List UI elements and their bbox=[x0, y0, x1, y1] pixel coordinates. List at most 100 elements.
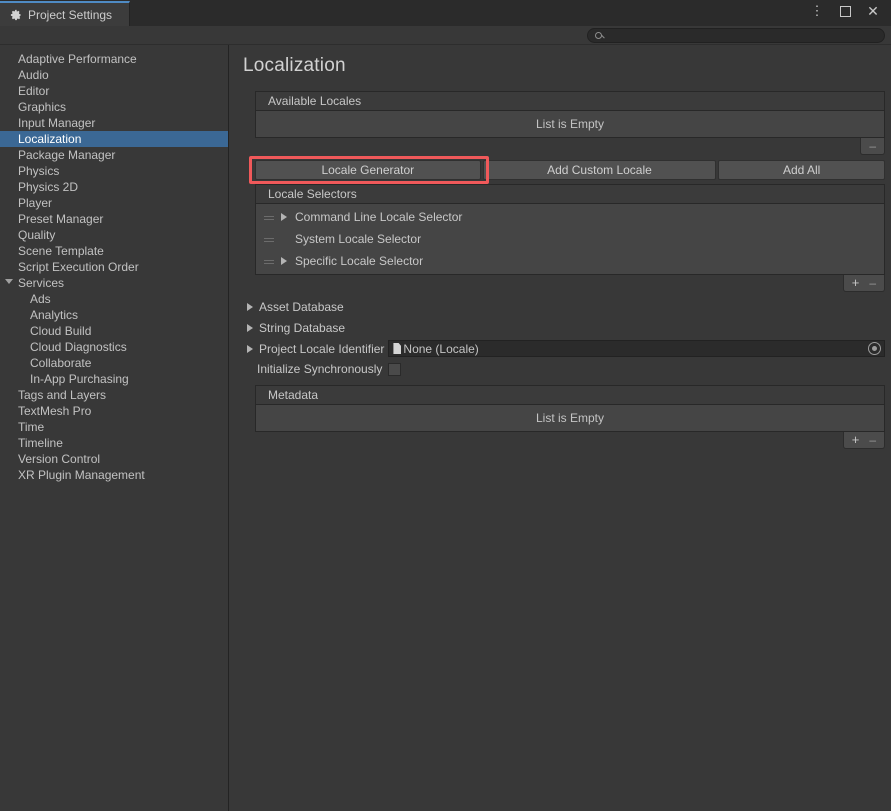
chevron-right-icon[interactable] bbox=[245, 323, 255, 333]
drag-handle-icon[interactable] bbox=[264, 258, 274, 265]
sidebar-item-localization[interactable]: Localization bbox=[0, 131, 228, 147]
initialize-synchronously-row: Initialize Synchronously bbox=[239, 359, 885, 379]
initialize-synchronously-checkbox[interactable] bbox=[388, 363, 401, 376]
sidebar-item-collaborate[interactable]: Collaborate bbox=[0, 355, 228, 371]
chevron-right-icon[interactable] bbox=[245, 302, 255, 312]
sidebar-item-package-manager[interactable]: Package Manager bbox=[0, 147, 228, 163]
sidebar-item-label: XR Plugin Management bbox=[18, 468, 145, 482]
locale-selectors-body: Command Line Locale Selector System Local… bbox=[255, 203, 885, 275]
project-settings-window: Project Settings ⋮ ✕ Adaptive Performanc… bbox=[0, 0, 891, 811]
add-metadata-button[interactable]: + bbox=[852, 435, 860, 445]
window-tabbar: Project Settings ⋮ ✕ bbox=[0, 0, 891, 26]
sidebar-item-preset-manager[interactable]: Preset Manager bbox=[0, 211, 228, 227]
metadata-footer: + – bbox=[255, 432, 885, 451]
sidebar-item-label: Localization bbox=[18, 132, 81, 146]
chevron-right-icon[interactable] bbox=[245, 344, 255, 354]
available-locales-footer: – bbox=[255, 138, 885, 157]
drag-handle-icon[interactable] bbox=[264, 214, 274, 221]
foldout-string-database[interactable]: String Database bbox=[239, 317, 885, 338]
foldout-asset-database[interactable]: Asset Database bbox=[239, 296, 885, 317]
page-title: Localization bbox=[239, 45, 885, 77]
sidebar-item-label: Input Manager bbox=[18, 116, 95, 130]
sidebar-item-ads[interactable]: Ads bbox=[0, 291, 228, 307]
sidebar-item-label: Collaborate bbox=[30, 356, 91, 370]
sidebar-item-label: Physics bbox=[18, 164, 59, 178]
sidebar-item-label: TextMesh Pro bbox=[18, 404, 91, 418]
sidebar-item-in-app-purchasing[interactable]: In-App Purchasing bbox=[0, 371, 228, 387]
sidebar-item-label: Ads bbox=[30, 292, 51, 306]
more-options-icon[interactable]: ⋮ bbox=[809, 3, 825, 19]
available-locales-footer-buttons: – bbox=[860, 138, 885, 155]
search-input[interactable] bbox=[606, 30, 877, 41]
locale-selector-row[interactable]: Specific Locale Selector bbox=[256, 250, 884, 272]
metadata-footer-buttons: + – bbox=[843, 432, 885, 449]
locale-generator-button[interactable]: Locale Generator bbox=[255, 160, 481, 180]
locale-selector-row[interactable]: Command Line Locale Selector bbox=[256, 206, 884, 228]
object-picker-icon[interactable] bbox=[868, 342, 881, 355]
sidebar-item-label: Cloud Build bbox=[30, 324, 91, 338]
project-locale-identifier-label: Project Locale Identifier bbox=[259, 342, 384, 356]
sidebar-item-editor[interactable]: Editor bbox=[0, 83, 228, 99]
sidebar-item-label: Editor bbox=[18, 84, 49, 98]
available-locales-list: Available Locales List is Empty – bbox=[255, 91, 885, 157]
sidebar-item-label: Version Control bbox=[18, 452, 100, 466]
close-button[interactable]: ✕ bbox=[865, 3, 881, 19]
sidebar-item-quality[interactable]: Quality bbox=[0, 227, 228, 243]
tab-project-settings[interactable]: Project Settings bbox=[0, 1, 130, 26]
locale-selector-row[interactable]: System Locale Selector bbox=[256, 228, 884, 250]
add-custom-locale-button[interactable]: Add Custom Locale bbox=[483, 160, 717, 180]
chevron-right-icon[interactable] bbox=[280, 213, 289, 222]
sidebar-item-adaptive-performance[interactable]: Adaptive Performance bbox=[0, 51, 228, 67]
sidebar-item-script-execution-order[interactable]: Script Execution Order bbox=[0, 259, 228, 275]
locale-selectors-footer-buttons: + – bbox=[843, 275, 885, 292]
sidebar-item-label: Adaptive Performance bbox=[18, 52, 137, 66]
chevron-down-icon[interactable] bbox=[5, 279, 13, 287]
sidebar-item-textmesh-pro[interactable]: TextMesh Pro bbox=[0, 403, 228, 419]
sidebar-item-time[interactable]: Time bbox=[0, 419, 228, 435]
sidebar-item-audio[interactable]: Audio bbox=[0, 67, 228, 83]
sidebar-item-graphics[interactable]: Graphics bbox=[0, 99, 228, 115]
remove-locale-button[interactable]: – bbox=[869, 141, 876, 151]
sidebar-item-label: Quality bbox=[18, 228, 55, 242]
locale-selectors-list: Locale Selectors Command Line Locale Sel… bbox=[255, 184, 885, 294]
sidebar-item-scene-template[interactable]: Scene Template bbox=[0, 243, 228, 259]
sidebar-item-label: Scene Template bbox=[18, 244, 104, 258]
project-locale-identifier-field[interactable]: None (Locale) bbox=[388, 340, 885, 357]
sidebar-item-label: Preset Manager bbox=[18, 212, 103, 226]
sidebar-item-label: Physics 2D bbox=[18, 180, 78, 194]
search-row bbox=[0, 26, 891, 44]
sidebar-item-label: Tags and Layers bbox=[18, 388, 106, 402]
sidebar-item-services[interactable]: Services bbox=[0, 275, 228, 291]
drag-handle-icon[interactable] bbox=[264, 236, 274, 243]
sidebar-item-tags-and-layers[interactable]: Tags and Layers bbox=[0, 387, 228, 403]
maximize-button[interactable] bbox=[837, 3, 853, 19]
sidebar-item-label: Analytics bbox=[30, 308, 78, 322]
database-foldouts: Asset DatabaseString Database bbox=[239, 296, 885, 338]
foldout-spacer bbox=[280, 235, 289, 244]
search-icon bbox=[595, 32, 602, 39]
sidebar-item-physics-2d[interactable]: Physics 2D bbox=[0, 179, 228, 195]
sidebar-item-cloud-diagnostics[interactable]: Cloud Diagnostics bbox=[0, 339, 228, 355]
sidebar-item-physics[interactable]: Physics bbox=[0, 163, 228, 179]
sidebar-item-player[interactable]: Player bbox=[0, 195, 228, 211]
window-body: Adaptive PerformanceAudioEditorGraphicsI… bbox=[0, 44, 891, 811]
available-locales-empty: List is Empty bbox=[255, 110, 885, 138]
chevron-right-icon[interactable] bbox=[280, 257, 289, 266]
sidebar-item-cloud-build[interactable]: Cloud Build bbox=[0, 323, 228, 339]
remove-locale-selector-button[interactable]: – bbox=[869, 278, 876, 288]
metadata-list: Metadata List is Empty + – bbox=[255, 385, 885, 451]
add-all-button[interactable]: Add All bbox=[718, 160, 885, 180]
sidebar-item-label: In-App Purchasing bbox=[30, 372, 129, 386]
available-locales-header: Available Locales bbox=[255, 91, 885, 110]
sidebar-item-timeline[interactable]: Timeline bbox=[0, 435, 228, 451]
locale-selector-label: System Locale Selector bbox=[295, 232, 421, 246]
remove-metadata-button[interactable]: – bbox=[869, 435, 876, 445]
sidebar-item-analytics[interactable]: Analytics bbox=[0, 307, 228, 323]
search-box[interactable] bbox=[587, 28, 885, 43]
add-locale-selector-button[interactable]: + bbox=[852, 278, 860, 288]
sidebar-item-version-control[interactable]: Version Control bbox=[0, 451, 228, 467]
locale-selector-label: Specific Locale Selector bbox=[295, 254, 423, 268]
locale-selectors-header: Locale Selectors bbox=[255, 184, 885, 203]
sidebar-item-input-manager[interactable]: Input Manager bbox=[0, 115, 228, 131]
sidebar-item-xr-plugin-management[interactable]: XR Plugin Management bbox=[0, 467, 228, 483]
